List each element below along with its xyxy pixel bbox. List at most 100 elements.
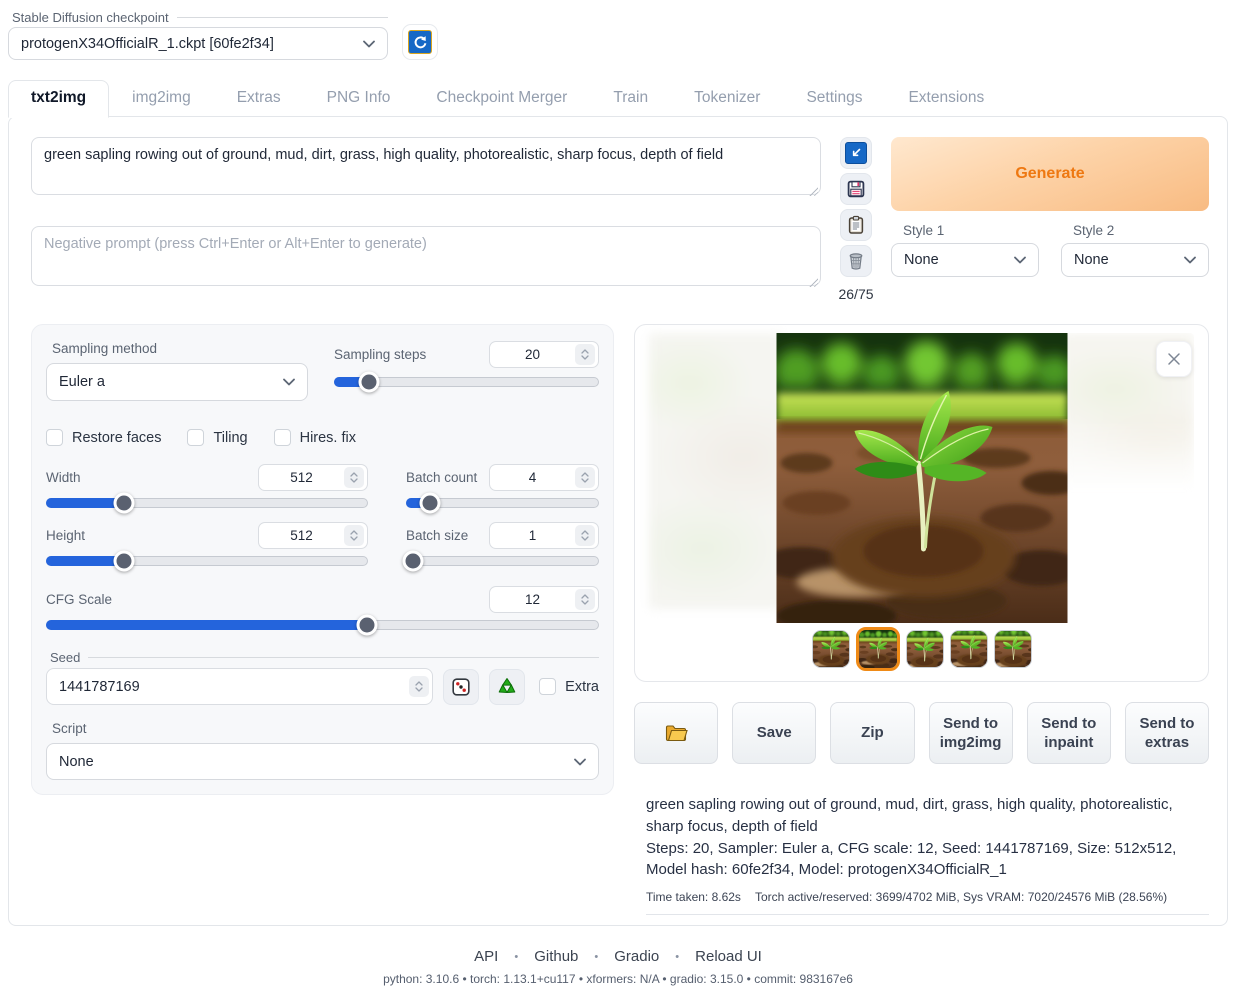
batch-count-slider[interactable] [406, 498, 599, 508]
tab-bar: txt2img img2img Extras PNG Info Checkpoi… [8, 80, 1228, 117]
gallery-thumbnail-2-selected[interactable] [856, 627, 900, 671]
hires-fix-checkbox[interactable]: Hires. fix [274, 429, 356, 446]
link-gradio[interactable]: Gradio [614, 948, 659, 965]
bullet-separator: • [675, 951, 679, 963]
cfg-scale-slider[interactable] [46, 620, 599, 630]
spinner[interactable] [575, 467, 595, 488]
sampling-method-label: Sampling method [52, 341, 308, 356]
height-slider[interactable] [46, 556, 368, 566]
spinner-up-icon [581, 349, 589, 354]
height-field: Height 512 [46, 522, 368, 566]
recycle-icon [496, 676, 518, 698]
width-slider[interactable] [46, 498, 368, 508]
batch-count-label: Batch count [406, 470, 477, 485]
gallery-thumbnail-1[interactable] [812, 630, 850, 668]
width-input[interactable]: 512 [258, 464, 368, 491]
spinner-up-icon [415, 681, 423, 686]
cfg-scale-input[interactable]: 12 [489, 586, 599, 613]
tab-txt2img[interactable]: txt2img [8, 80, 109, 118]
send-to-img2img-button[interactable]: Send to img2img [929, 702, 1013, 764]
sampling-method-value: Euler a [59, 374, 283, 390]
chevron-down-icon [283, 378, 295, 386]
seed-value: 1441787169 [47, 679, 409, 695]
gallery-thumbnail-3[interactable] [906, 630, 944, 668]
tab-checkpoint-merger[interactable]: Checkpoint Merger [413, 80, 590, 117]
generate-column: Generate Style 1 None Style 2 None [891, 137, 1209, 302]
link-reload-ui[interactable]: Reload UI [695, 948, 762, 965]
script-label: Script [52, 721, 599, 736]
spinner[interactable] [344, 525, 364, 546]
dimensions-grid: Width 512 [46, 464, 599, 580]
script-dropdown[interactable]: None [46, 743, 599, 780]
refresh-checkpoints-button[interactable] [402, 24, 438, 60]
checkpoint-legend: Stable Diffusion checkpoint [8, 10, 388, 25]
tab-train[interactable]: Train [590, 80, 671, 117]
tab-tokenizer[interactable]: Tokenizer [671, 80, 783, 117]
tab-png-info[interactable]: PNG Info [304, 80, 414, 117]
style1-dropdown[interactable]: None [891, 243, 1039, 277]
spinner[interactable] [575, 344, 595, 365]
reuse-seed-button[interactable] [489, 669, 525, 705]
styles-row: Style 1 None Style 2 None [891, 215, 1209, 277]
link-github[interactable]: Github [534, 948, 578, 965]
clear-prompt-button[interactable] [840, 245, 872, 277]
seed-input[interactable]: 1441787169 [46, 668, 433, 705]
generation-info: green sapling rowing out of ground, mud,… [646, 794, 1209, 915]
batch-size-input[interactable]: 1 [489, 522, 599, 549]
sampling-steps-slider-handle[interactable] [359, 372, 380, 393]
paste-generation-params-button[interactable] [840, 137, 872, 169]
height-slider-handle[interactable] [113, 551, 134, 572]
gallery-thumbnail-5[interactable] [994, 630, 1032, 668]
output-column: Save Zip Send to img2img Send to inpaint… [634, 324, 1209, 915]
style2-label: Style 2 [1073, 223, 1209, 238]
cfg-scale-slider-handle[interactable] [356, 615, 377, 636]
link-api[interactable]: API [474, 948, 498, 965]
sampling-method-dropdown[interactable]: Euler a [46, 363, 308, 401]
open-folder-button[interactable] [634, 702, 718, 764]
prompt-input[interactable]: green sapling rowing out of ground, mud,… [31, 137, 821, 195]
width-label: Width [46, 470, 81, 485]
sampling-steps-slider[interactable] [334, 377, 599, 387]
cfg-scale-label: CFG Scale [46, 592, 112, 607]
batch-size-slider[interactable] [406, 556, 599, 566]
send-to-inpaint-button[interactable]: Send to inpaint [1027, 702, 1111, 764]
spinner[interactable] [344, 467, 364, 488]
batch-count-input[interactable]: 4 [489, 464, 599, 491]
checkpoint-dropdown[interactable]: protogenX34OfficialR_1.ckpt [60fe2f34] [8, 27, 388, 60]
gallery-thumbnail-4[interactable] [950, 630, 988, 668]
restore-faces-checkbox[interactable]: Restore faces [46, 429, 161, 446]
spinner[interactable] [409, 676, 429, 697]
generate-button[interactable]: Generate [891, 137, 1209, 211]
batch-size-slider-handle[interactable] [402, 551, 423, 572]
height-input[interactable]: 512 [258, 522, 368, 549]
save-button[interactable]: Save [732, 702, 816, 764]
zip-button[interactable]: Zip [830, 702, 914, 764]
generated-image-preview[interactable] [776, 333, 1067, 623]
spinner[interactable] [575, 525, 595, 546]
spinner[interactable] [575, 589, 595, 610]
batch-count-slider-handle[interactable] [419, 493, 440, 514]
height-label: Height [46, 528, 85, 543]
save-style-button[interactable] [840, 173, 872, 205]
tab-extensions[interactable]: Extensions [885, 80, 1007, 117]
random-seed-button[interactable] [443, 669, 479, 705]
spinner-down-icon [350, 536, 358, 541]
style2-dropdown[interactable]: None [1061, 243, 1209, 277]
tab-settings[interactable]: Settings [783, 80, 885, 117]
spinner-up-icon [581, 530, 589, 535]
restore-faces-label: Restore faces [72, 430, 161, 446]
bullet-separator: • [514, 951, 518, 963]
tab-extras[interactable]: Extras [214, 80, 304, 117]
tab-img2img[interactable]: img2img [109, 80, 214, 117]
send-to-extras-button[interactable]: Send to extras [1125, 702, 1209, 764]
footer: API • Github • Gradio • Reload UI python… [8, 948, 1228, 998]
width-slider-handle[interactable] [113, 493, 134, 514]
extra-seed-checkbox[interactable]: Extra [539, 678, 599, 695]
sampling-steps-input[interactable]: 20 [489, 341, 599, 368]
apply-style-button[interactable] [840, 209, 872, 241]
close-preview-button[interactable] [1156, 341, 1192, 377]
style1-value: None [904, 252, 1014, 268]
chevron-down-icon [363, 40, 375, 48]
negative-prompt-input[interactable] [31, 226, 821, 286]
tiling-checkbox[interactable]: Tiling [187, 429, 247, 446]
